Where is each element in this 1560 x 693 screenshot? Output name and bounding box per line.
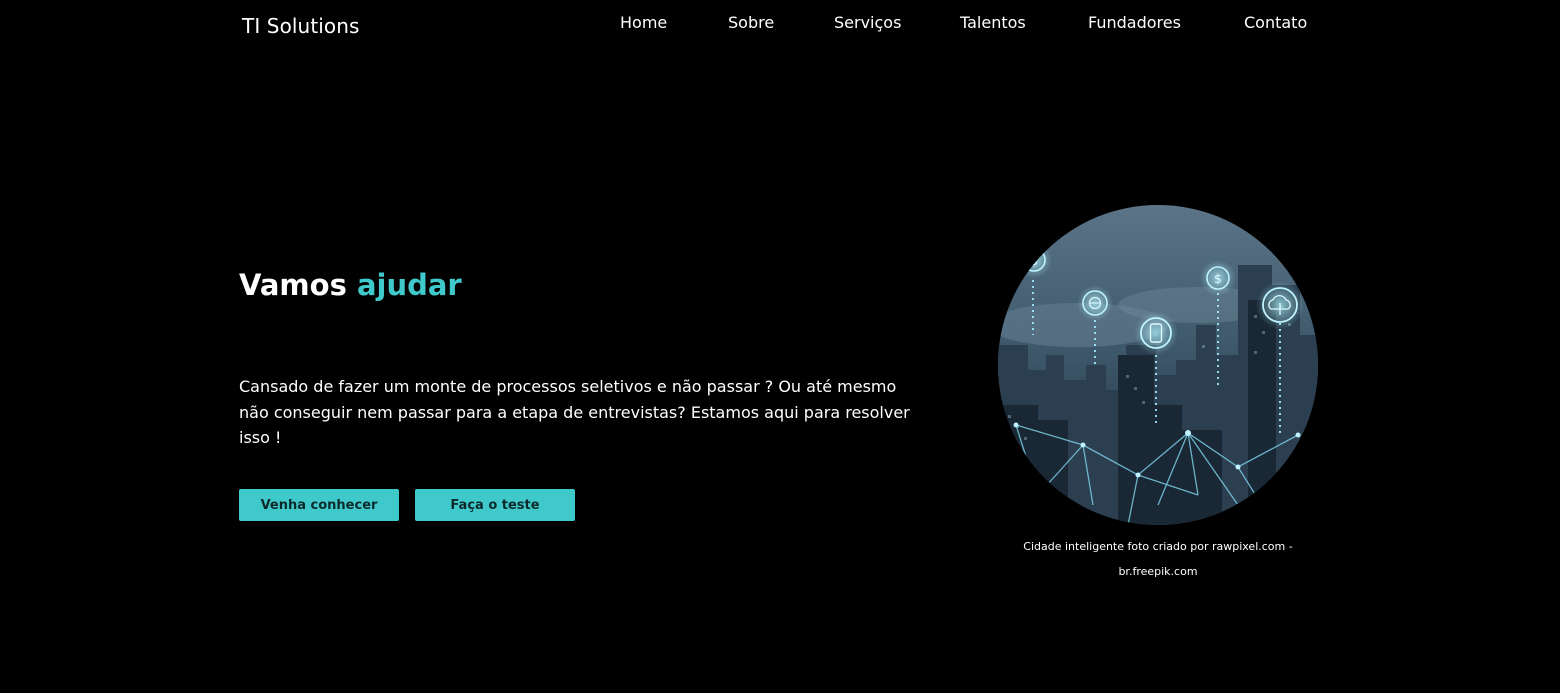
nav-fundadores-link[interactable]: Fundadores xyxy=(1088,13,1181,32)
nav-sobre-link[interactable]: Sobre xyxy=(728,13,774,32)
image-caption: Cidade inteligente foto criado por rawpi… xyxy=(1023,540,1293,578)
dollar-icon-right: $ xyxy=(1200,260,1236,296)
hero-description: Cansado de fazer um monte de processos s… xyxy=(239,377,910,447)
main-nav: Home Sobre Serviços Talentos Fundadores … xyxy=(0,13,1560,37)
svg-text:$: $ xyxy=(1214,272,1222,286)
faca-o-teste-button[interactable]: Faça o teste xyxy=(415,489,575,521)
hero-title: Vamos ajudar xyxy=(239,268,462,302)
cloud-upload-icon xyxy=(1256,281,1304,329)
dollar-icon: $ xyxy=(1016,242,1052,278)
site-header: TI Solutions Home Sobre Serviços Talento… xyxy=(0,0,1560,56)
nav-servicos-link[interactable]: Serviços xyxy=(834,13,901,32)
smart-city-image: $ $ xyxy=(998,205,1318,525)
svg-text:$: $ xyxy=(1030,254,1038,268)
nav-contato-link[interactable]: Contato xyxy=(1244,13,1307,32)
nav-home-link[interactable]: Home xyxy=(620,13,667,32)
hero-title-main: Vamos xyxy=(239,268,347,302)
venha-conhecer-button[interactable]: Venha conhecer xyxy=(239,489,399,521)
hero-title-accent: ajudar xyxy=(356,268,462,302)
globe-icon xyxy=(1077,285,1113,321)
nav-talentos-link[interactable]: Talentos xyxy=(960,13,1026,32)
smartphone-icon xyxy=(1134,311,1178,355)
